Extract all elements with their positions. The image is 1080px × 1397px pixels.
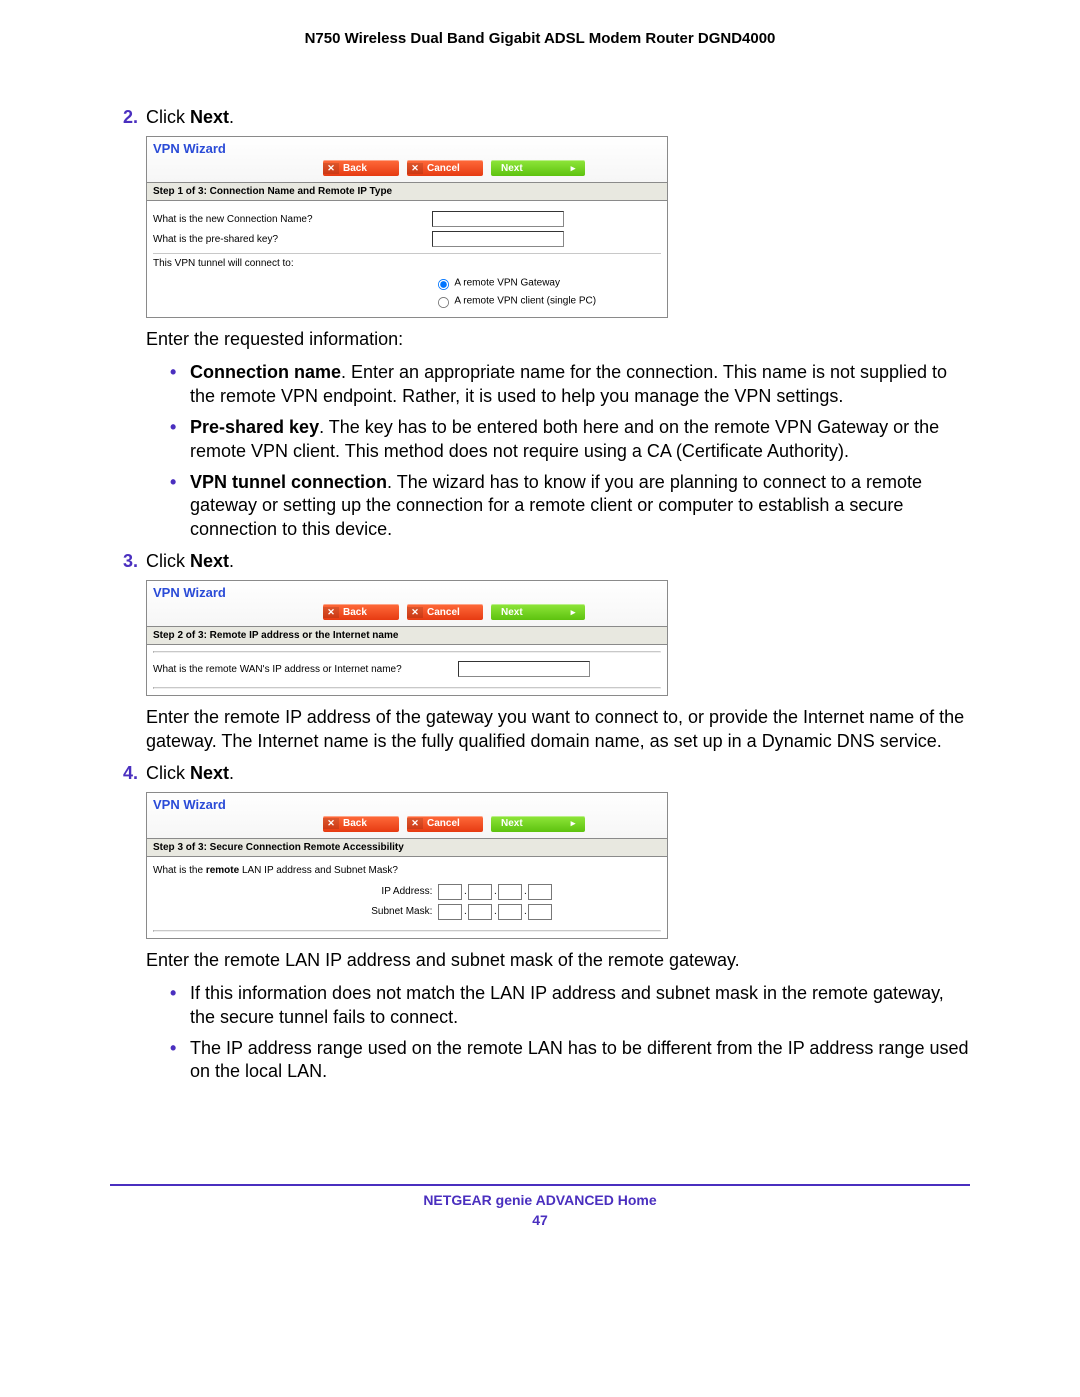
close-icon: ✕ xyxy=(323,607,339,618)
play-icon: ▸ xyxy=(565,163,581,174)
list-item: Connection name. Enter an appropriate na… xyxy=(170,361,970,408)
list-item: The IP address range used on the remote … xyxy=(170,1037,970,1084)
wizard-title: VPN Wizard xyxy=(153,141,661,156)
list-item: VPN tunnel connection. The wizard has to… xyxy=(170,471,970,541)
mask-octet-input[interactable] xyxy=(498,904,522,920)
play-icon: ▸ xyxy=(565,818,581,829)
wizard-title: VPN Wizard xyxy=(153,585,661,600)
radio-option-gateway[interactable]: A remote VPN Gateway xyxy=(432,275,661,291)
vpn-wizard-step1: VPN Wizard ✕Back ✕Cancel Next▸ Step 1 of… xyxy=(146,136,668,318)
step-text-suffix: . xyxy=(229,763,234,783)
ip-octet-input[interactable] xyxy=(498,884,522,900)
step-text-bold: Next xyxy=(190,107,229,127)
body-text: Enter the remote LAN IP address and subn… xyxy=(146,949,970,972)
ip-octet-input[interactable] xyxy=(528,884,552,900)
step-number: 2. xyxy=(110,107,138,128)
vpn-wizard-step3: VPN Wizard ✕Back ✕Cancel Next▸ Step 3 of… xyxy=(146,792,668,939)
wizard-title: VPN Wizard xyxy=(153,797,661,812)
footer-section-title: NETGEAR genie ADVANCED Home xyxy=(110,1192,970,1208)
step-text-prefix: Click xyxy=(146,763,190,783)
play-icon: ▸ xyxy=(565,607,581,618)
step-text-prefix: Click xyxy=(146,551,190,571)
next-button[interactable]: Next▸ xyxy=(491,816,585,832)
close-icon: ✕ xyxy=(407,607,423,618)
step-2-heading: 2. Click Next. xyxy=(110,107,970,128)
cancel-button[interactable]: ✕Cancel xyxy=(407,160,483,176)
preshared-key-label: What is the pre-shared key? xyxy=(153,234,432,245)
ip-address-label: IP Address: xyxy=(153,886,438,897)
close-icon: ✕ xyxy=(407,818,423,829)
body-text: Enter the requested information: xyxy=(146,328,970,351)
radio-client-input[interactable] xyxy=(438,297,449,308)
footer-divider xyxy=(110,1184,970,1186)
close-icon: ✕ xyxy=(323,163,339,174)
step-text-suffix: . xyxy=(229,107,234,127)
cancel-button[interactable]: ✕Cancel xyxy=(407,604,483,620)
bullet-list: If this information does not match the L… xyxy=(110,982,970,1084)
connect-to-label: This VPN tunnel will connect to: xyxy=(153,258,432,269)
mask-octet-input[interactable] xyxy=(438,904,462,920)
next-button[interactable]: Next▸ xyxy=(491,160,585,176)
connection-name-label: What is the new Connection Name? xyxy=(153,214,432,225)
preshared-key-input[interactable] xyxy=(432,231,564,247)
step-text-prefix: Click xyxy=(146,107,190,127)
cancel-button[interactable]: ✕Cancel xyxy=(407,816,483,832)
body-text: Enter the remote IP address of the gatew… xyxy=(146,706,970,753)
radio-option-client[interactable]: A remote VPN client (single PC) xyxy=(432,293,661,309)
step-text-bold: Next xyxy=(190,551,229,571)
wizard-step-label: Step 3 of 3: Secure Connection Remote Ac… xyxy=(147,839,667,857)
step-number: 4. xyxy=(110,763,138,784)
remote-wan-label: What is the remote WAN's IP address or I… xyxy=(153,664,458,675)
step-number: 3. xyxy=(110,551,138,572)
remote-lan-question: What is the remote LAN IP address and Su… xyxy=(153,865,661,876)
close-icon: ✕ xyxy=(407,163,423,174)
radio-gateway-input[interactable] xyxy=(438,279,449,290)
back-button[interactable]: ✕Back xyxy=(323,816,399,832)
vpn-wizard-step2: VPN Wizard ✕Back ✕Cancel Next▸ Step 2 of… xyxy=(146,580,668,696)
back-button[interactable]: ✕Back xyxy=(323,604,399,620)
list-item: If this information does not match the L… xyxy=(170,982,970,1029)
bullet-list: Connection name. Enter an appropriate na… xyxy=(110,361,970,541)
doc-header: N750 Wireless Dual Band Gigabit ADSL Mod… xyxy=(110,30,970,47)
wizard-step-label: Step 1 of 3: Connection Name and Remote … xyxy=(147,183,667,201)
close-icon: ✕ xyxy=(323,818,339,829)
connection-name-input[interactable] xyxy=(432,211,564,227)
step-text-suffix: . xyxy=(229,551,234,571)
step-3-heading: 3. Click Next. xyxy=(110,551,970,572)
list-item: Pre-shared key. The key has to be entere… xyxy=(170,416,970,463)
subnet-mask-label: Subnet Mask: xyxy=(153,906,438,917)
page-number: 47 xyxy=(110,1212,970,1228)
step-4-heading: 4. Click Next. xyxy=(110,763,970,784)
ip-octet-input[interactable] xyxy=(438,884,462,900)
mask-octet-input[interactable] xyxy=(468,904,492,920)
wizard-step-label: Step 2 of 3: Remote IP address or the In… xyxy=(147,627,667,645)
next-button[interactable]: Next▸ xyxy=(491,604,585,620)
mask-octet-input[interactable] xyxy=(528,904,552,920)
ip-octet-input[interactable] xyxy=(468,884,492,900)
back-button[interactable]: ✕Back xyxy=(323,160,399,176)
remote-wan-input[interactable] xyxy=(458,661,590,677)
step-text-bold: Next xyxy=(190,763,229,783)
